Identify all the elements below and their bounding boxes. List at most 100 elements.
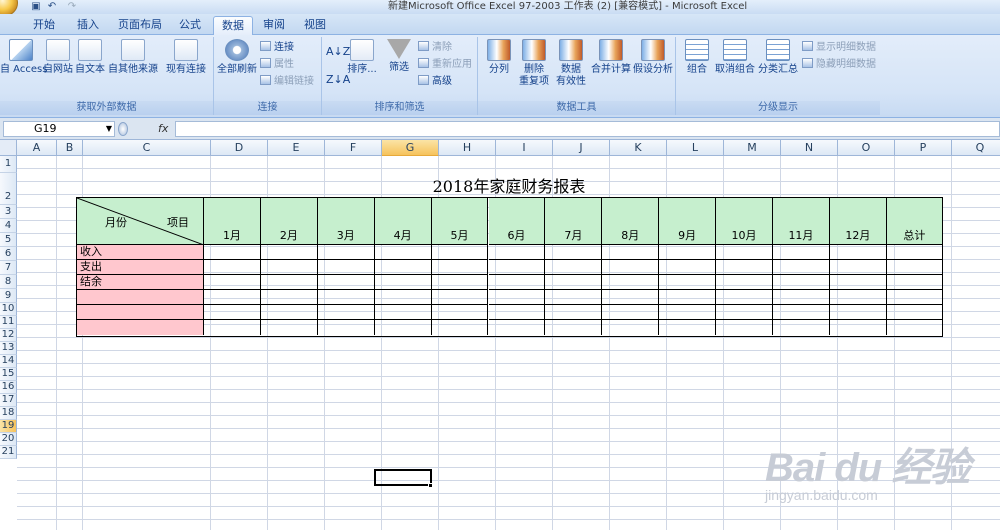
row-header-14[interactable]: 14 — [0, 355, 17, 368]
data-cell[interactable] — [260, 305, 318, 320]
data-cell[interactable] — [773, 305, 830, 320]
month-header-cell[interactable]: 6月 — [488, 198, 546, 245]
row-header-15[interactable]: 15 — [0, 368, 17, 381]
data-cell[interactable] — [829, 290, 887, 305]
data-cell[interactable] — [545, 260, 603, 275]
data-cell[interactable] — [204, 320, 261, 335]
data-cell[interactable] — [488, 245, 546, 260]
row-label-cell[interactable] — [77, 290, 204, 305]
table-title[interactable]: 2018年家庭财务报表 — [76, 176, 942, 198]
column-header-i[interactable]: I — [496, 140, 553, 156]
data-cell[interactable] — [545, 320, 603, 335]
what-if-analysis-button[interactable]: 假设分析 — [632, 39, 674, 76]
select-all-button[interactable] — [0, 140, 17, 156]
data-cell[interactable] — [317, 260, 375, 275]
data-cell[interactable] — [374, 275, 432, 290]
column-header-p[interactable]: P — [895, 140, 952, 156]
column-header-e[interactable]: E — [268, 140, 325, 156]
data-cell[interactable] — [488, 305, 546, 320]
month-header-cell[interactable]: 1月 — [204, 198, 261, 245]
column-header-g[interactable]: G — [382, 140, 439, 156]
data-cell[interactable] — [659, 260, 717, 275]
data-cell[interactable] — [431, 245, 489, 260]
data-cell[interactable] — [602, 320, 660, 335]
row-header-18[interactable]: 18 — [0, 407, 17, 420]
month-header-cell[interactable]: 10月 — [716, 198, 773, 245]
row-header-5[interactable]: 5 — [0, 233, 17, 247]
data-cell[interactable] — [374, 245, 432, 260]
data-cell[interactable] — [716, 245, 773, 260]
data-cell[interactable] — [260, 290, 318, 305]
tab-home[interactable]: 开始 — [22, 16, 66, 35]
insert-function-button[interactable]: fx — [158, 121, 168, 136]
column-header-a[interactable]: A — [17, 140, 57, 156]
data-cell[interactable] — [204, 275, 261, 290]
subtotal-button[interactable]: 分类汇总 — [758, 39, 798, 76]
data-cell[interactable] — [260, 260, 318, 275]
month-header-cell[interactable]: 4月 — [374, 198, 432, 245]
from-other-sources-button[interactable]: 自其他来源 — [108, 39, 158, 76]
save-icon[interactable]: ▣ — [30, 1, 42, 12]
row-header-10[interactable]: 10 — [0, 303, 17, 316]
data-cell[interactable] — [204, 260, 261, 275]
month-header-cell[interactable]: 8月 — [602, 198, 660, 245]
sort-button[interactable]: 排序... — [344, 39, 380, 76]
data-cell[interactable] — [204, 245, 261, 260]
tab-review[interactable]: 审阅 — [255, 16, 293, 35]
data-cell[interactable] — [431, 290, 489, 305]
row-header-4[interactable]: 4 — [0, 219, 17, 233]
data-cell[interactable] — [545, 275, 603, 290]
data-cell[interactable] — [489, 320, 546, 335]
data-cell[interactable] — [887, 320, 942, 335]
month-header-cell[interactable]: 3月 — [317, 198, 375, 245]
data-cell[interactable] — [488, 290, 546, 305]
column-header-k[interactable]: K — [610, 140, 667, 156]
data-cell[interactable] — [317, 245, 375, 260]
row-header-11[interactable]: 11 — [0, 316, 17, 329]
column-header-b[interactable]: B — [57, 140, 83, 156]
data-cell[interactable] — [659, 290, 717, 305]
data-cell[interactable] — [602, 260, 660, 275]
connections-button[interactable]: 连接 — [260, 41, 294, 55]
data-cell[interactable] — [773, 320, 830, 335]
row-header-16[interactable]: 16 — [0, 381, 17, 394]
data-cell[interactable] — [773, 290, 830, 305]
column-header-f[interactable]: F — [325, 140, 382, 156]
from-web-button[interactable]: 自网站 — [42, 39, 74, 76]
row-header-13[interactable]: 13 — [0, 342, 17, 355]
month-header-cell[interactable]: 7月 — [545, 198, 603, 245]
properties-button[interactable]: 属性 — [260, 58, 294, 72]
data-cell[interactable] — [716, 305, 773, 320]
data-cell[interactable] — [886, 305, 942, 320]
clear-button[interactable]: 清除 — [418, 41, 452, 55]
data-cell[interactable] — [488, 275, 546, 290]
group-button[interactable]: 组合 — [682, 39, 712, 76]
row-label-cell[interactable] — [77, 320, 204, 335]
show-detail-button[interactable]: 显示明细数据 — [802, 41, 876, 55]
data-cell[interactable] — [829, 245, 887, 260]
redo-icon[interactable]: ↷ — [66, 1, 78, 12]
data-cell[interactable] — [886, 275, 942, 290]
data-cell[interactable] — [602, 275, 660, 290]
reapply-button[interactable]: 重新应用 — [418, 58, 472, 72]
existing-connections-button[interactable]: 现有连接 — [164, 39, 208, 76]
data-cell[interactable] — [659, 320, 717, 335]
data-cell[interactable] — [829, 260, 887, 275]
ungroup-button[interactable]: 取消组合 — [714, 39, 756, 76]
chevron-down-icon[interactable]: ▼ — [103, 121, 115, 137]
row-header-9[interactable]: 9 — [0, 289, 17, 303]
from-access-button[interactable]: 自 Access — [0, 39, 47, 76]
month-header-cell[interactable]: 总计 — [886, 198, 942, 245]
data-cell[interactable] — [829, 275, 887, 290]
row-header-21[interactable]: 21 — [0, 446, 17, 459]
data-cell[interactable] — [716, 275, 773, 290]
data-cell[interactable] — [829, 305, 887, 320]
formula-input[interactable] — [175, 121, 1000, 137]
row-header-3[interactable]: 3 — [0, 205, 17, 219]
row-header-2[interactable]: 2 — [0, 173, 17, 205]
month-header-cell[interactable]: 2月 — [260, 198, 318, 245]
edit-links-button[interactable]: 编辑链接 — [260, 75, 314, 89]
text-to-columns-button[interactable]: 分列 — [482, 39, 516, 76]
from-text-button[interactable]: 自文本 — [74, 39, 106, 76]
data-cell[interactable] — [488, 260, 546, 275]
